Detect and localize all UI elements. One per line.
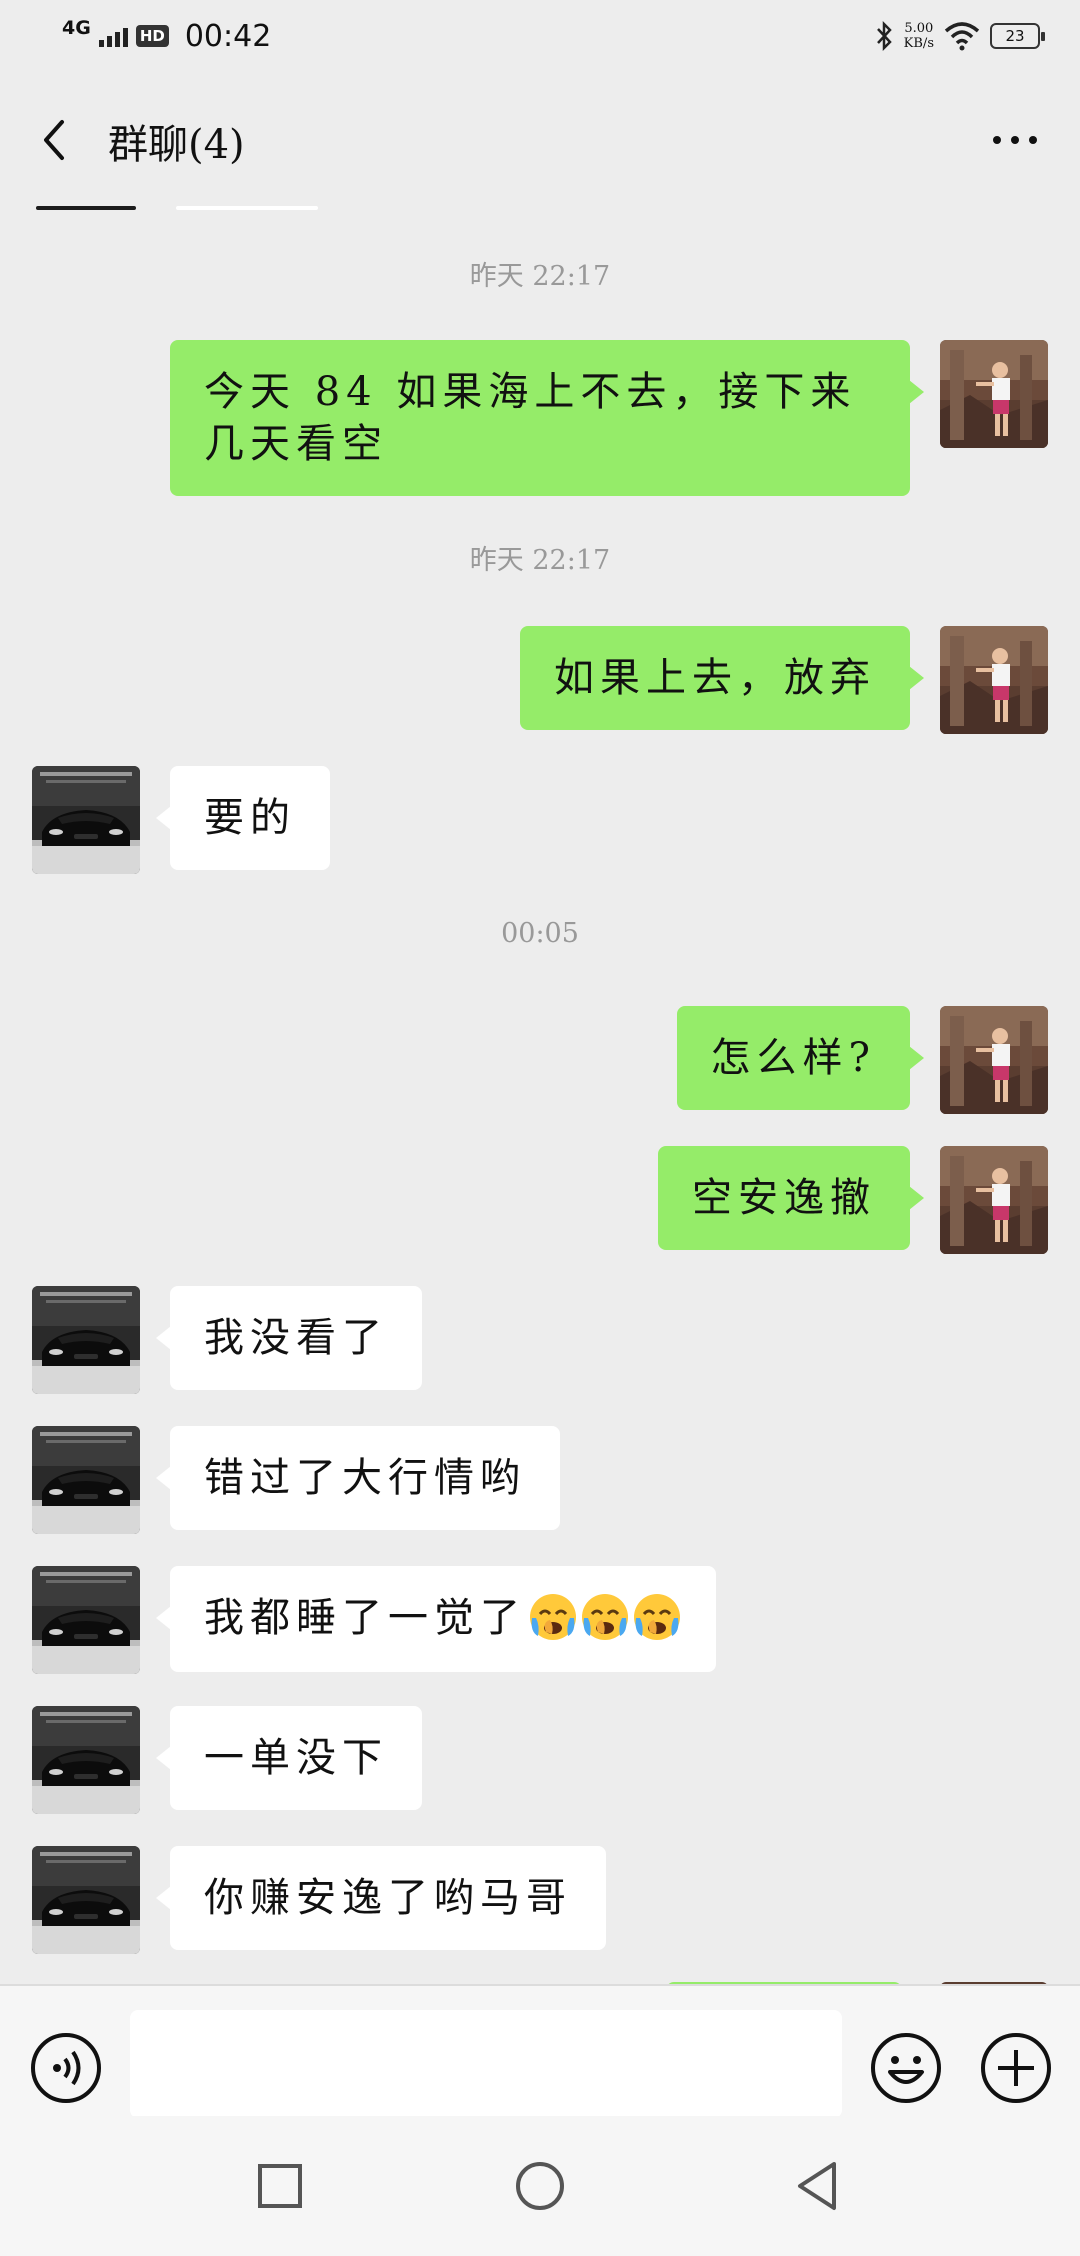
message-bubble-other[interactable]: 你赚安逸了哟马哥 xyxy=(156,1846,606,1950)
message-bubble-other[interactable]: 要的 xyxy=(156,766,330,870)
battery-icon: 23 xyxy=(990,23,1045,49)
avatar-member[interactable] xyxy=(32,1286,140,1394)
input-bar xyxy=(0,1984,1080,2118)
network-speed: 5.00 KB/s xyxy=(904,21,934,51)
message-bubble-own[interactable]: 怎么样? xyxy=(676,1006,925,1110)
triangle-back-nav-icon[interactable] xyxy=(786,2156,846,2216)
chevron-left-icon[interactable] xyxy=(30,110,86,170)
face-palm-emoji-icon xyxy=(580,1592,630,1642)
message-bubble-own[interactable]: 今天 84 如果海上不去，接下来几天看空 xyxy=(170,340,924,496)
message-input[interactable] xyxy=(130,2010,842,2118)
speed-value: 5.00 xyxy=(904,21,934,36)
avatar-self[interactable] xyxy=(940,626,1048,734)
avatar-member[interactable] xyxy=(32,1846,140,1954)
network-type: 4G xyxy=(62,16,91,39)
wifi-icon xyxy=(944,22,980,51)
more-dots-icon[interactable] xyxy=(980,110,1050,170)
message-bubble-other[interactable]: 一单没下 xyxy=(156,1706,422,1810)
bluetooth-icon xyxy=(876,20,892,52)
battery-level: 23 xyxy=(1005,27,1025,45)
hd-badge: HD xyxy=(135,25,169,47)
avatar-member[interactable] xyxy=(32,1426,140,1534)
avatar-member[interactable] xyxy=(32,1706,140,1814)
timestamp: 00:05 xyxy=(501,918,579,949)
message-text: 我都睡了一觉了 xyxy=(204,1595,526,1641)
chat-title: 群聊(4) xyxy=(108,122,245,168)
status-time: 00:42 xyxy=(184,18,272,54)
avatar-self[interactable] xyxy=(940,1006,1048,1114)
message-bubble-other[interactable]: 我没看了 xyxy=(156,1286,422,1390)
avatar-member[interactable] xyxy=(32,766,140,874)
status-bar: 4G HD 00:42 5.00 KB/s 23 xyxy=(0,0,1080,70)
avatar-self[interactable] xyxy=(940,340,1048,448)
chat-header: 群聊(4) xyxy=(0,70,1080,210)
avatar-self[interactable] xyxy=(940,1146,1048,1254)
avatar-member[interactable] xyxy=(32,1566,140,1674)
square-nav-icon[interactable] xyxy=(250,2156,310,2216)
circle-nav-icon[interactable] xyxy=(510,2156,570,2216)
plus-icon[interactable] xyxy=(980,2032,1052,2104)
emoji-icon[interactable] xyxy=(870,2032,942,2104)
face-palm-emoji-icon xyxy=(528,1592,578,1642)
timestamp: 昨天 22:17 xyxy=(469,261,611,292)
message-bubble-own[interactable]: 如果上去，放弃 xyxy=(520,626,924,730)
message-bubble-other[interactable]: 我都睡了一觉了 xyxy=(156,1566,716,1672)
timestamp: 昨天 22:17 xyxy=(469,545,611,576)
message-list[interactable]: 昨天 22:17 今天 84 如果海上不去，接下来几天看空 昨天 22:17 如… xyxy=(0,210,1080,1984)
system-nav-bar xyxy=(0,2116,1080,2256)
signal-icon xyxy=(98,25,128,47)
status-right: 5.00 KB/s 23 xyxy=(874,14,1045,58)
message-bubble-other[interactable]: 错过了大行情哟 xyxy=(156,1426,560,1530)
status-left: 4G HD 00:42 xyxy=(62,14,271,58)
face-palm-emoji-icon xyxy=(632,1592,682,1642)
message-bubble-own[interactable]: 空安逸撤 xyxy=(658,1146,924,1250)
voice-icon[interactable] xyxy=(30,2032,102,2104)
speed-unit: KB/s xyxy=(903,36,934,51)
